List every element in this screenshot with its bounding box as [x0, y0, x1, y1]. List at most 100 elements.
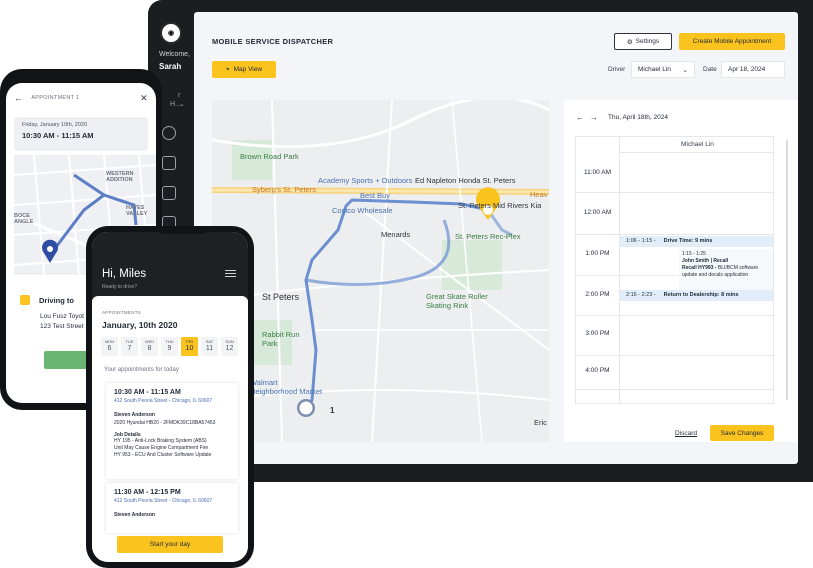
map-place-ed-napleton: Ed Napleton Honda St. Peters	[415, 176, 516, 185]
save-changes-button[interactable]: Save Changes	[710, 425, 774, 441]
day-date: 12	[225, 345, 234, 352]
menu-icon[interactable]	[225, 270, 236, 277]
drive-time-range: 1:06 - 1:15 -	[626, 238, 656, 244]
phone-right-screen: Hi, Miles Ready to drive? APPOINTMENTS J…	[92, 232, 248, 562]
date-input[interactable]: Apr 18, 2024	[721, 61, 785, 78]
schedule-panel: ← → Thu, April 18th, 2024 Michael Lin 11…	[564, 100, 798, 442]
appointment-date: Friday, January 10th, 2020	[22, 122, 88, 128]
job-line: HY 953 - ECU And Cluster Software Update	[114, 452, 212, 458]
settings-label: Settings	[635, 38, 660, 45]
map-place-academy-sports: Academy Sports + Outdoors	[318, 176, 413, 185]
welcome-text: Welcome,	[159, 51, 190, 58]
create-appointment-button[interactable]: Create Mobile Appointment	[679, 33, 785, 50]
destination-line-2: 123 Test Street	[40, 323, 84, 330]
customer-name: Steven Anderson	[114, 412, 155, 418]
driver-header: Hi, Miles Ready to drive?	[92, 232, 248, 300]
map-place-rabbit-run-park: Rabbit Run Park	[262, 330, 300, 348]
destination-address: Lou Fusz Toyot 123 Test Street	[40, 312, 84, 332]
section-label: APPOINTMENTS	[102, 310, 142, 315]
day-name: THU	[165, 339, 174, 344]
appointment-card[interactable]: 10:30 AM - 11:15 AM 412 South Peoria Str…	[106, 383, 238, 479]
return-event[interactable]: 2:15 - 2:23 - Return to Dealership: 8 mi…	[620, 290, 773, 301]
day-thu[interactable]: THU 9	[161, 337, 178, 356]
grid-line	[576, 234, 773, 235]
map-place-mid-rivers-kia: St. Peters Mid Rivers Kia	[458, 201, 542, 210]
drive-time-event[interactable]: 1:06 - 1:15 - Drive Time: 9 mins	[620, 236, 773, 247]
driver-column-header: Michael Lin	[620, 137, 773, 153]
vehicle-info: 2020 Hyundai HB20 - 2FMDK39C18BA57453	[114, 420, 216, 426]
driver-value: Michael Lin	[638, 66, 671, 73]
arrow-right-icon[interactable]: →	[590, 113, 598, 122]
appointment-card[interactable]: 11:30 AM - 12:15 PM 412 South Peoria Str…	[106, 483, 238, 533]
page-title: MOBILE SERVICE DISPATCHER	[212, 37, 334, 46]
bulb-icon[interactable]	[162, 126, 176, 140]
arrow-left-icon[interactable]: ←	[14, 93, 23, 103]
sidebar-fragment-r: r	[178, 92, 181, 99]
map-label-hayes-valley: HAYES VALLEY	[126, 205, 148, 217]
appointment-title: APPOINTMENT 1	[31, 95, 80, 101]
day-tue[interactable]: TUE 7	[121, 337, 138, 356]
car-icon	[20, 295, 30, 305]
map-place-costco: Costco Wholesale	[332, 206, 393, 215]
app-logo-icon[interactable]: ◉	[160, 22, 182, 44]
sidebar-fragment-h: H...	[170, 101, 181, 108]
marketing-stage: ◉ Welcome, Sarah r ⌄ H... MOBILE SERVICE…	[0, 0, 813, 568]
arrow-left-icon[interactable]: ←	[576, 113, 584, 122]
day-fri-selected[interactable]: FRI 10	[181, 337, 198, 356]
appointment-time: 10:30 AM - 11:15 AM	[114, 389, 181, 396]
car-icon[interactable]	[162, 156, 176, 170]
week-day-picker: MON 6 TUE 7 WED 8 THU 9 FRI 10 SAT 11 SUN 12	[101, 337, 238, 356]
appointment-address[interactable]: 412 South Peoria Street - Chicago, IL 60…	[114, 398, 230, 404]
map-place-sybergs: Syberg's St. Peters	[252, 185, 316, 194]
map-label-western-addition: WESTERN ADDITION	[106, 171, 134, 183]
day-date: 6	[107, 345, 112, 352]
day-name: MON	[104, 339, 115, 344]
job-line: HY 195 - Anti-Lock Braking System (ABS)	[114, 438, 207, 444]
appointments-body: APPOINTMENTS January, 10th 2020 MON 6 TUE…	[92, 296, 248, 562]
destination-line-1: Lou Fusz Toyot	[40, 313, 84, 320]
chevron-down-icon: ⌄	[682, 66, 688, 74]
day-sun[interactable]: SUN 12	[221, 337, 238, 356]
grid-line	[576, 355, 773, 356]
appointment-address[interactable]: 412 South Peoria Street - Chicago, IL 60…	[114, 498, 230, 504]
map-label-boce-angle: BOCE ANGLE	[14, 213, 34, 225]
map-view-button[interactable]: ⌖ Map View	[212, 61, 276, 78]
appointment-time: 10:30 AM - 11:15 AM	[22, 131, 94, 140]
date-label: Date	[703, 66, 717, 73]
route-marker-label[interactable]: 1	[330, 406, 334, 415]
day-sat[interactable]: SAT 11	[201, 337, 218, 356]
return-time-range: 2:15 - 2:23 -	[626, 292, 656, 298]
map-view-label: Map View	[233, 66, 263, 73]
grid-line	[576, 389, 773, 390]
time-slot-label: 2:00 PM	[585, 291, 610, 298]
job-line: Unit May Cause Engine Compartment Fire	[114, 445, 209, 451]
recall-event[interactable]: 1:15 - 1:25 John Smith | Recall Recall H…	[679, 249, 773, 293]
time-slot-label: 11:00 AM	[584, 169, 611, 176]
car-alt-icon[interactable]	[162, 186, 176, 200]
time-slot-label: 4:00 PM	[585, 367, 610, 374]
current-date: January, 10th 2020	[102, 320, 178, 330]
start-day-button[interactable]: Start your day	[117, 536, 223, 553]
day-name: SAT	[205, 339, 214, 344]
phone-driver-home: Hi, Miles Ready to drive? APPOINTMENTS J…	[86, 226, 254, 568]
discard-button[interactable]: Discard	[675, 430, 697, 437]
map-place-heav: Heav	[530, 190, 548, 199]
settings-button[interactable]: ⚙ Settings	[614, 33, 672, 50]
route-map[interactable]: 1 Brown Road Park Academy Sports + Outdo…	[212, 100, 549, 442]
grid-line	[576, 315, 773, 316]
schedule-scrollbar[interactable]	[786, 140, 788, 400]
map-place-st-peters: St Peters	[262, 292, 300, 302]
map-place-menards: Menards	[381, 230, 411, 239]
map-place-eric: Eric	[534, 418, 547, 427]
close-icon[interactable]: ✕	[140, 93, 148, 104]
map-place-rec-plex: St. Peters Rec-Plex	[455, 232, 521, 241]
day-mon[interactable]: MON 6	[101, 337, 118, 356]
greeting-subtitle: Ready to drive?	[102, 284, 138, 290]
user-name: Sarah	[159, 62, 182, 71]
day-date: 9	[167, 345, 172, 352]
customer-name: Steven Anderson	[114, 512, 155, 518]
day-wed[interactable]: WED 8	[141, 337, 158, 356]
appointment-summary-card: Friday, January 10th, 2020 10:30 AM - 11…	[14, 117, 148, 151]
driver-select[interactable]: Michael Lin ⌄	[631, 61, 695, 78]
driving-to-label: Driving to	[39, 295, 74, 305]
